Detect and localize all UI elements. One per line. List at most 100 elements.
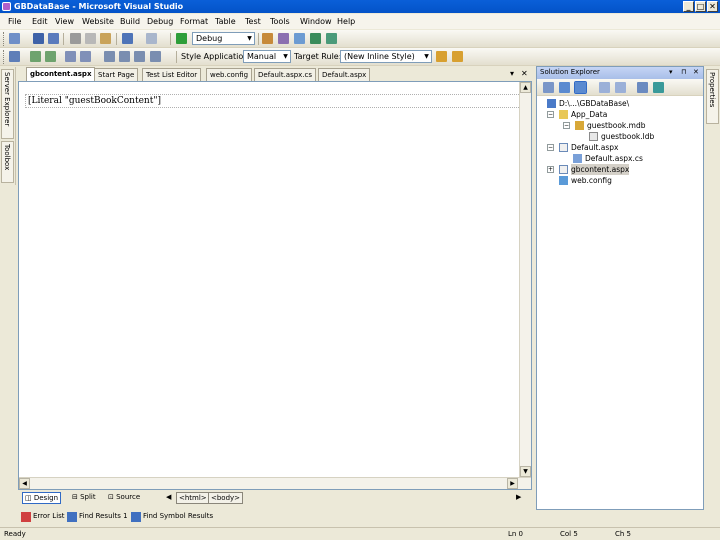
breadcrumb-next-icon[interactable]: ▶: [514, 492, 523, 504]
source-view-button[interactable]: ⊡ Source: [106, 492, 142, 504]
toolbox-icon[interactable]: [294, 33, 305, 44]
prev-bookmark-icon[interactable]: [119, 51, 130, 62]
toolbar-grip[interactable]: [3, 50, 6, 64]
show-all-files-icon[interactable]: [559, 82, 570, 93]
menu-table[interactable]: Table: [215, 16, 236, 27]
breadcrumb-html[interactable]: <html>: [176, 492, 210, 504]
design-surface[interactable]: [Literal "guestBookContent"] ▲ ▼ ◀ ▶: [18, 81, 532, 490]
clear-bookmarks-icon[interactable]: [150, 51, 161, 62]
target-rule-select[interactable]: (New Inline Style) ▼: [340, 50, 432, 63]
apply-style-icon[interactable]: [452, 51, 463, 62]
find-icon[interactable]: [262, 33, 273, 44]
close-panel-button[interactable]: ✕: [693, 67, 699, 78]
copy-website-icon[interactable]: [637, 82, 648, 93]
menu-window[interactable]: Window: [300, 16, 332, 27]
split-view-button[interactable]: ⊟ Split: [70, 492, 98, 504]
solution-explorer-icon[interactable]: [310, 33, 321, 44]
design-view-button[interactable]: ◫ Design: [22, 492, 62, 504]
start-debug-icon[interactable]: [176, 33, 187, 44]
tab-start-page[interactable]: Start Page: [94, 68, 139, 81]
solution-explorer-header: Solution Explorer ▾ ⊓ ✕: [537, 67, 703, 79]
breadcrumb-prev-icon[interactable]: ◀: [164, 492, 173, 504]
style-application-label: Style Application:: [181, 52, 252, 61]
menu-help[interactable]: Help: [337, 16, 355, 27]
object-browser-icon[interactable]: [278, 33, 289, 44]
indent-icon[interactable]: [30, 51, 41, 62]
breadcrumb-body[interactable]: <body>: [208, 492, 244, 504]
save-all-icon[interactable]: [48, 33, 59, 44]
tab-test-list-editor[interactable]: Test List Editor: [142, 68, 202, 81]
vertical-scrollbar[interactable]: ▲ ▼: [519, 82, 531, 477]
close-document-button[interactable]: ✕: [521, 68, 528, 80]
literal-control[interactable]: [Literal "guestBookContent"]: [25, 94, 521, 108]
horizontal-scrollbar[interactable]: ◀ ▶: [19, 477, 531, 489]
tab-toolbox[interactable]: Toolbox: [1, 141, 14, 183]
window-position-dropdown[interactable]: ▾: [669, 67, 673, 78]
expand-icon[interactable]: +: [547, 166, 554, 173]
close-window-button[interactable]: ✕: [707, 1, 718, 12]
chevron-down-icon: ▼: [283, 53, 288, 60]
minimize-button[interactable]: _: [683, 1, 694, 12]
toolbar-grip[interactable]: [3, 32, 6, 46]
menu-tools[interactable]: Tools: [270, 16, 290, 27]
standard-toolbar: Debug ▼: [0, 30, 720, 48]
tab-find-symbol-results[interactable]: Find Symbol Results: [130, 511, 213, 524]
collapse-icon[interactable]: −: [547, 111, 554, 118]
view-designer-icon[interactable]: [615, 82, 626, 93]
collapse-icon[interactable]: −: [547, 144, 554, 151]
uncomment-icon[interactable]: [80, 51, 91, 62]
solution-explorer-panel: Solution Explorer ▾ ⊓ ✕ D:\...\GBDataBas…: [536, 66, 704, 510]
configuration-select[interactable]: Debug ▼: [192, 32, 255, 45]
status-text: Ready: [4, 530, 26, 538]
tab-find-results[interactable]: Find Results 1: [66, 511, 128, 524]
next-bookmark-icon[interactable]: [134, 51, 145, 62]
solution-explorer-toolbar: [537, 79, 703, 96]
outdent-icon[interactable]: [45, 51, 56, 62]
new-style-icon[interactable]: [436, 51, 447, 62]
paste-icon[interactable]: [100, 33, 111, 44]
tab-default-aspx[interactable]: Default.aspx: [318, 68, 371, 81]
menu-format[interactable]: Format: [180, 16, 208, 27]
menu-build[interactable]: Build: [120, 16, 140, 27]
menu-view[interactable]: View: [55, 16, 74, 27]
tab-gbcontent-aspx[interactable]: gbcontent.aspx: [26, 67, 96, 81]
config-icon: [559, 176, 568, 185]
save-icon[interactable]: [33, 33, 44, 44]
scroll-up-icon[interactable]: ▲: [520, 82, 531, 93]
right-tool-strip: Properties: [705, 67, 720, 127]
tab-properties[interactable]: Properties: [706, 69, 719, 124]
properties-icon[interactable]: [543, 82, 554, 93]
find-results-icon: [67, 512, 77, 522]
format-icon[interactable]: [9, 51, 20, 62]
maximize-button[interactable]: □: [695, 1, 706, 12]
undo-icon[interactable]: [122, 33, 133, 44]
menu-debug[interactable]: Debug: [147, 16, 173, 27]
comment-icon[interactable]: [65, 51, 76, 62]
new-project-icon[interactable]: [9, 33, 20, 44]
scroll-down-icon[interactable]: ▼: [520, 466, 531, 477]
refresh-icon[interactable]: [574, 81, 587, 94]
active-files-dropdown[interactable]: ▾: [510, 68, 514, 80]
tab-error-list[interactable]: Error List: [20, 511, 65, 524]
document-tabs: gbcontent.aspx Start Page Test List Edit…: [18, 67, 532, 81]
menu-website[interactable]: Website: [82, 16, 114, 27]
cut-icon[interactable]: [70, 33, 81, 44]
auto-hide-pin-icon[interactable]: ⊓: [681, 67, 686, 78]
copy-icon[interactable]: [85, 33, 96, 44]
tab-default-aspx-cs[interactable]: Default.aspx.cs: [254, 68, 317, 81]
tab-server-explorer[interactable]: Server Explorer: [1, 69, 14, 139]
menu-test[interactable]: Test: [245, 16, 261, 27]
view-code-icon[interactable]: [599, 82, 610, 93]
status-bar: Ready Ln 0 Col 5 Ch 5: [0, 527, 720, 540]
style-application-select[interactable]: Manual ▼: [243, 50, 291, 63]
asp-net-config-icon[interactable]: [653, 82, 664, 93]
scroll-right-icon[interactable]: ▶: [507, 478, 518, 489]
bookmark-icon[interactable]: [104, 51, 115, 62]
menu-file[interactable]: File: [8, 16, 21, 27]
tab-web-config[interactable]: web.config: [206, 68, 253, 81]
menu-edit[interactable]: Edit: [32, 16, 48, 27]
properties-icon[interactable]: [326, 33, 337, 44]
redo-icon[interactable]: [146, 33, 157, 44]
scroll-left-icon[interactable]: ◀: [19, 478, 30, 489]
collapse-icon[interactable]: −: [563, 122, 570, 129]
